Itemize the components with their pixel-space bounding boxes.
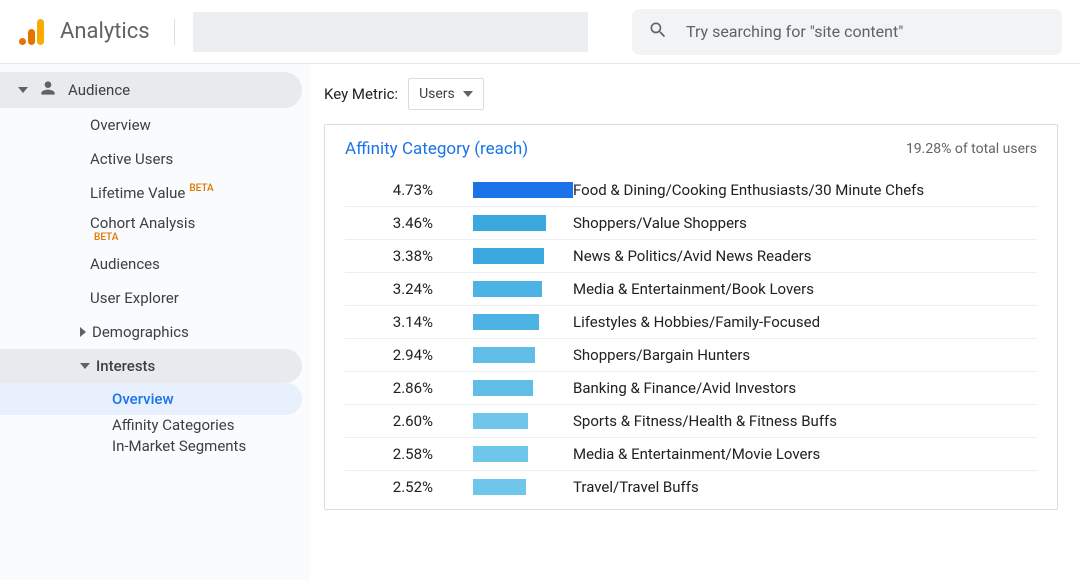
- sidebar-item-overview[interactable]: Overview: [0, 108, 310, 142]
- metric-label: Key Metric:: [324, 85, 398, 103]
- search-input[interactable]: [686, 22, 1046, 41]
- row-bar: [473, 281, 542, 297]
- sidebar-item-active-users[interactable]: Active Users: [0, 142, 310, 176]
- sidebar-group-demographics[interactable]: Demographics: [0, 315, 310, 349]
- divider: [174, 19, 175, 45]
- sidebar-child-inmarket[interactable]: In-Market Segments: [0, 436, 310, 457]
- sidebar-section-audience[interactable]: Audience: [0, 72, 302, 108]
- sidebar-section-label: Audience: [68, 81, 130, 99]
- row-bar-cell: [433, 215, 573, 231]
- affinity-panel: Affinity Category (reach) 19.28% of tota…: [324, 124, 1058, 510]
- row-bar: [473, 479, 526, 495]
- panel-title[interactable]: Affinity Category (reach): [345, 139, 528, 159]
- beta-badge: BETA: [94, 232, 118, 243]
- table-row[interactable]: 3.38% News & Politics/Avid News Readers: [345, 239, 1037, 272]
- row-category: News & Politics/Avid News Readers: [573, 247, 812, 265]
- row-bar: [473, 248, 544, 264]
- app-title: Analytics: [60, 19, 150, 44]
- search-box[interactable]: [632, 9, 1062, 55]
- beta-badge: BETA: [189, 183, 213, 194]
- row-category: Banking & Finance/Avid Investors: [573, 379, 796, 397]
- main-content: Key Metric: Users Affinity Category (rea…: [310, 64, 1080, 580]
- row-bar-cell: [433, 380, 573, 396]
- sidebar-item-user-explorer[interactable]: User Explorer: [0, 281, 310, 315]
- sidebar-child-overview[interactable]: Overview: [0, 383, 302, 415]
- table-row[interactable]: 3.14% Lifestyles & Hobbies/Family-Focused: [345, 305, 1037, 338]
- row-bar: [473, 347, 535, 363]
- row-category: Travel/Travel Buffs: [573, 478, 699, 496]
- row-category: Lifestyles & Hobbies/Family-Focused: [573, 313, 820, 331]
- row-percent: 3.24%: [345, 280, 433, 298]
- table-row[interactable]: 2.94% Shoppers/Bargain Hunters: [345, 338, 1037, 371]
- row-percent: 2.58%: [345, 445, 433, 463]
- sidebar-group-interests[interactable]: Interests: [0, 349, 302, 383]
- table-row[interactable]: 3.46% Shoppers/Value Shoppers: [345, 206, 1037, 239]
- sidebar-item-cohort-analysis[interactable]: Cohort Analysis BETA: [0, 210, 310, 247]
- chevron-down-icon: [463, 91, 473, 97]
- audience-icon: [38, 78, 58, 102]
- row-bar-cell: [433, 248, 573, 264]
- metric-value: Users: [419, 86, 455, 102]
- search-icon: [648, 20, 668, 44]
- row-percent: 3.14%: [345, 313, 433, 331]
- row-category: Sports & Fitness/Health & Fitness Buffs: [573, 412, 837, 430]
- row-percent: 2.60%: [345, 412, 433, 430]
- table-row[interactable]: 2.52% Travel/Travel Buffs: [345, 470, 1037, 503]
- row-bar: [473, 182, 573, 198]
- row-bar-cell: [433, 446, 573, 462]
- row-bar-cell: [433, 479, 573, 495]
- analytics-logo-icon: [18, 17, 48, 47]
- row-bar: [473, 380, 533, 396]
- affinity-rows: 4.73% Food & Dining/Cooking Enthusiasts/3…: [345, 173, 1037, 503]
- row-percent: 2.52%: [345, 478, 433, 496]
- metric-dropdown[interactable]: Users: [408, 78, 484, 110]
- row-bar-cell: [433, 182, 573, 198]
- row-percent: 2.86%: [345, 379, 433, 397]
- row-bar: [473, 215, 546, 231]
- row-percent: 4.73%: [345, 181, 433, 199]
- row-bar: [473, 413, 528, 429]
- panel-header: Affinity Category (reach) 19.28% of tota…: [345, 139, 1037, 159]
- logo-group: Analytics: [18, 17, 150, 47]
- row-category: Media & Entertainment/Movie Lovers: [573, 445, 820, 463]
- row-bar-cell: [433, 347, 573, 363]
- sidebar: Audience Overview Active Users Lifetime …: [0, 64, 310, 580]
- account-selector-placeholder[interactable]: [193, 12, 588, 52]
- sidebar-child-affinity[interactable]: Affinity Categories: [0, 415, 310, 436]
- chevron-down-icon: [80, 363, 90, 369]
- table-row[interactable]: 4.73% Food & Dining/Cooking Enthusiasts/3…: [345, 173, 1037, 206]
- table-row[interactable]: 2.58% Media & Entertainment/Movie Lovers: [345, 437, 1037, 470]
- row-percent: 3.38%: [345, 247, 433, 265]
- row-bar: [473, 446, 528, 462]
- table-row[interactable]: 2.86% Banking & Finance/Avid Investors: [345, 371, 1037, 404]
- row-percent: 3.46%: [345, 214, 433, 232]
- row-percent: 2.94%: [345, 346, 433, 364]
- app-header: Analytics: [0, 0, 1080, 64]
- chevron-down-icon: [18, 87, 28, 93]
- row-bar-cell: [433, 413, 573, 429]
- row-category: Shoppers/Bargain Hunters: [573, 346, 750, 364]
- panel-subtitle: 19.28% of total users: [906, 141, 1037, 157]
- row-category: Media & Entertainment/Book Lovers: [573, 280, 814, 298]
- row-bar-cell: [433, 314, 573, 330]
- row-bar: [473, 314, 539, 330]
- row-bar-cell: [433, 281, 573, 297]
- table-row[interactable]: 3.24% Media & Entertainment/Book Lovers: [345, 272, 1037, 305]
- sidebar-item-audiences[interactable]: Audiences: [0, 247, 310, 281]
- row-category: Shoppers/Value Shoppers: [573, 214, 747, 232]
- chevron-right-icon: [80, 327, 86, 337]
- sidebar-item-lifetime-value[interactable]: Lifetime ValueBETA: [0, 176, 310, 210]
- metric-row: Key Metric: Users: [324, 78, 1058, 110]
- row-category: Food & Dining/Cooking Enthusiasts/30 Min…: [573, 181, 924, 199]
- table-row[interactable]: 2.60% Sports & Fitness/Health & Fitness B…: [345, 404, 1037, 437]
